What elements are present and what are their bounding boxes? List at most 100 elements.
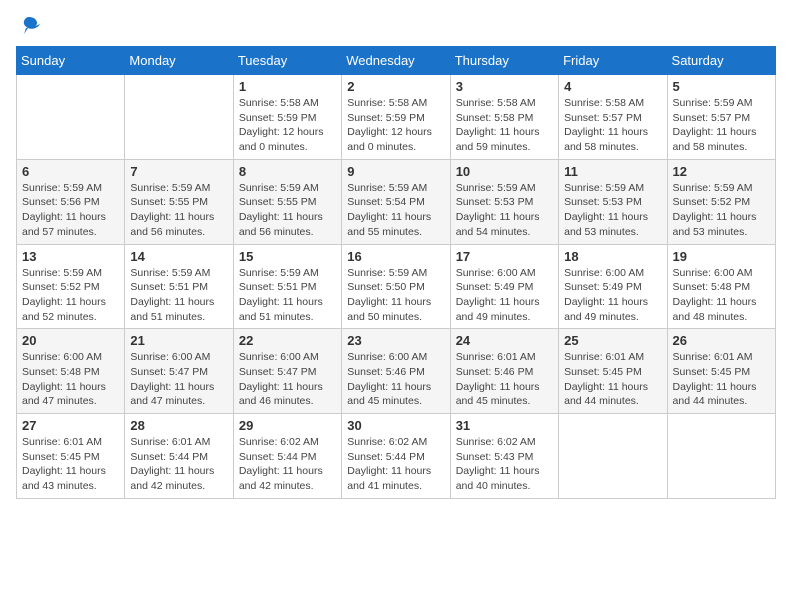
day-info: Sunrise: 5:58 AMSunset: 5:59 PMDaylight:… (347, 96, 444, 155)
calendar-cell (559, 414, 667, 499)
day-info: Sunrise: 5:59 AMSunset: 5:55 PMDaylight:… (130, 181, 227, 240)
calendar-cell: 26 Sunrise: 6:01 AMSunset: 5:45 PMDayligh… (667, 329, 775, 414)
header-day-saturday: Saturday (667, 47, 775, 75)
day-info: Sunrise: 5:59 AMSunset: 5:51 PMDaylight:… (130, 266, 227, 325)
day-info: Sunrise: 6:00 AMSunset: 5:47 PMDaylight:… (239, 350, 336, 409)
calendar-cell: 7 Sunrise: 5:59 AMSunset: 5:55 PMDaylight… (125, 159, 233, 244)
day-number: 30 (347, 418, 444, 433)
calendar-cell: 30 Sunrise: 6:02 AMSunset: 5:44 PMDayligh… (342, 414, 450, 499)
calendar-cell: 22 Sunrise: 6:00 AMSunset: 5:47 PMDayligh… (233, 329, 341, 414)
day-info: Sunrise: 5:59 AMSunset: 5:57 PMDaylight:… (673, 96, 770, 155)
calendar-cell: 5 Sunrise: 5:59 AMSunset: 5:57 PMDaylight… (667, 75, 775, 160)
calendar-cell: 10 Sunrise: 5:59 AMSunset: 5:53 PMDayligh… (450, 159, 558, 244)
day-info: Sunrise: 6:00 AMSunset: 5:49 PMDaylight:… (564, 266, 661, 325)
calendar-cell: 12 Sunrise: 5:59 AMSunset: 5:52 PMDayligh… (667, 159, 775, 244)
day-info: Sunrise: 6:01 AMSunset: 5:45 PMDaylight:… (673, 350, 770, 409)
calendar-cell: 18Sunrise: 6:00 AMSunset: 5:49 PMDayligh… (559, 244, 667, 329)
day-info: Sunrise: 5:59 AMSunset: 5:54 PMDaylight:… (347, 181, 444, 240)
calendar-header-row: SundayMondayTuesdayWednesdayThursdayFrid… (17, 47, 776, 75)
calendar-cell: 25 Sunrise: 6:01 AMSunset: 5:45 PMDayligh… (559, 329, 667, 414)
calendar-cell: 1 Sunrise: 5:58 AMSunset: 5:59 PMDaylight… (233, 75, 341, 160)
day-number: 8 (239, 164, 336, 179)
day-number: 29 (239, 418, 336, 433)
day-number: 26 (673, 333, 770, 348)
calendar-cell: 8Sunrise: 5:59 AMSunset: 5:55 PMDaylight… (233, 159, 341, 244)
day-info: Sunrise: 6:00 AMSunset: 5:48 PMDaylight:… (22, 350, 119, 409)
day-number: 14 (130, 249, 227, 264)
calendar-cell: 21Sunrise: 6:00 AMSunset: 5:47 PMDayligh… (125, 329, 233, 414)
calendar-week-row: 27 Sunrise: 6:01 AMSunset: 5:45 PMDayligh… (17, 414, 776, 499)
day-info: Sunrise: 6:01 AMSunset: 5:45 PMDaylight:… (22, 435, 119, 494)
calendar-cell: 29 Sunrise: 6:02 AMSunset: 5:44 PMDayligh… (233, 414, 341, 499)
day-number: 17 (456, 249, 553, 264)
day-info: Sunrise: 6:00 AMSunset: 5:47 PMDaylight:… (130, 350, 227, 409)
header-day-wednesday: Wednesday (342, 47, 450, 75)
calendar-cell: 4Sunrise: 5:58 AMSunset: 5:57 PMDaylight… (559, 75, 667, 160)
day-info: Sunrise: 5:59 AMSunset: 5:51 PMDaylight:… (239, 266, 336, 325)
day-number: 22 (239, 333, 336, 348)
calendar-cell: 31 Sunrise: 6:02 AMSunset: 5:43 PMDayligh… (450, 414, 558, 499)
day-number: 11 (564, 164, 661, 179)
day-number: 7 (130, 164, 227, 179)
calendar-cell: 19Sunrise: 6:00 AMSunset: 5:48 PMDayligh… (667, 244, 775, 329)
day-number: 6 (22, 164, 119, 179)
header-day-friday: Friday (559, 47, 667, 75)
day-number: 25 (564, 333, 661, 348)
day-info: Sunrise: 5:58 AMSunset: 5:59 PMDaylight:… (239, 96, 336, 155)
day-info: Sunrise: 6:01 AMSunset: 5:44 PMDaylight:… (130, 435, 227, 494)
day-number: 23 (347, 333, 444, 348)
header-day-sunday: Sunday (17, 47, 125, 75)
calendar-cell: 13Sunrise: 5:59 AMSunset: 5:52 PMDayligh… (17, 244, 125, 329)
day-number: 31 (456, 418, 553, 433)
calendar-cell: 11Sunrise: 5:59 AMSunset: 5:53 PMDayligh… (559, 159, 667, 244)
calendar-cell: 3 Sunrise: 5:58 AMSunset: 5:58 PMDaylight… (450, 75, 558, 160)
calendar-cell: 9 Sunrise: 5:59 AMSunset: 5:54 PMDaylight… (342, 159, 450, 244)
calendar-week-row: 6 Sunrise: 5:59 AMSunset: 5:56 PMDaylight… (17, 159, 776, 244)
day-number: 1 (239, 79, 336, 94)
day-info: Sunrise: 5:59 AMSunset: 5:50 PMDaylight:… (347, 266, 444, 325)
day-info: Sunrise: 5:59 AMSunset: 5:56 PMDaylight:… (22, 181, 119, 240)
day-info: Sunrise: 5:59 AMSunset: 5:53 PMDaylight:… (456, 181, 553, 240)
day-number: 27 (22, 418, 119, 433)
calendar-week-row: 13Sunrise: 5:59 AMSunset: 5:52 PMDayligh… (17, 244, 776, 329)
logo-bird-icon (18, 16, 40, 34)
day-number: 10 (456, 164, 553, 179)
day-info: Sunrise: 6:01 AMSunset: 5:46 PMDaylight:… (456, 350, 553, 409)
calendar-cell: 17Sunrise: 6:00 AMSunset: 5:49 PMDayligh… (450, 244, 558, 329)
day-number: 16 (347, 249, 444, 264)
day-number: 28 (130, 418, 227, 433)
day-number: 9 (347, 164, 444, 179)
day-info: Sunrise: 6:02 AMSunset: 5:44 PMDaylight:… (347, 435, 444, 494)
calendar-cell: 14 Sunrise: 5:59 AMSunset: 5:51 PMDayligh… (125, 244, 233, 329)
day-number: 2 (347, 79, 444, 94)
day-number: 19 (673, 249, 770, 264)
day-number: 13 (22, 249, 119, 264)
day-number: 5 (673, 79, 770, 94)
day-info: Sunrise: 6:02 AMSunset: 5:44 PMDaylight:… (239, 435, 336, 494)
day-info: Sunrise: 6:00 AMSunset: 5:46 PMDaylight:… (347, 350, 444, 409)
day-info: Sunrise: 5:59 AMSunset: 5:52 PMDaylight:… (673, 181, 770, 240)
calendar-cell: 23 Sunrise: 6:00 AMSunset: 5:46 PMDayligh… (342, 329, 450, 414)
calendar-table: SundayMondayTuesdayWednesdayThursdayFrid… (16, 46, 776, 499)
header (16, 16, 776, 34)
day-number: 3 (456, 79, 553, 94)
day-number: 12 (673, 164, 770, 179)
day-info: Sunrise: 6:01 AMSunset: 5:45 PMDaylight:… (564, 350, 661, 409)
calendar-cell: 24Sunrise: 6:01 AMSunset: 5:46 PMDayligh… (450, 329, 558, 414)
day-info: Sunrise: 6:02 AMSunset: 5:43 PMDaylight:… (456, 435, 553, 494)
calendar-cell: 2 Sunrise: 5:58 AMSunset: 5:59 PMDaylight… (342, 75, 450, 160)
calendar-cell: 20 Sunrise: 6:00 AMSunset: 5:48 PMDayligh… (17, 329, 125, 414)
calendar-week-row: 1 Sunrise: 5:58 AMSunset: 5:59 PMDaylight… (17, 75, 776, 160)
day-info: Sunrise: 5:58 AMSunset: 5:57 PMDaylight:… (564, 96, 661, 155)
day-number: 20 (22, 333, 119, 348)
header-day-thursday: Thursday (450, 47, 558, 75)
calendar-week-row: 20 Sunrise: 6:00 AMSunset: 5:48 PMDayligh… (17, 329, 776, 414)
calendar-cell (667, 414, 775, 499)
calendar-cell (125, 75, 233, 160)
header-day-monday: Monday (125, 47, 233, 75)
calendar-cell (17, 75, 125, 160)
calendar-cell: 27 Sunrise: 6:01 AMSunset: 5:45 PMDayligh… (17, 414, 125, 499)
header-day-tuesday: Tuesday (233, 47, 341, 75)
day-info: Sunrise: 5:58 AMSunset: 5:58 PMDaylight:… (456, 96, 553, 155)
day-number: 15 (239, 249, 336, 264)
